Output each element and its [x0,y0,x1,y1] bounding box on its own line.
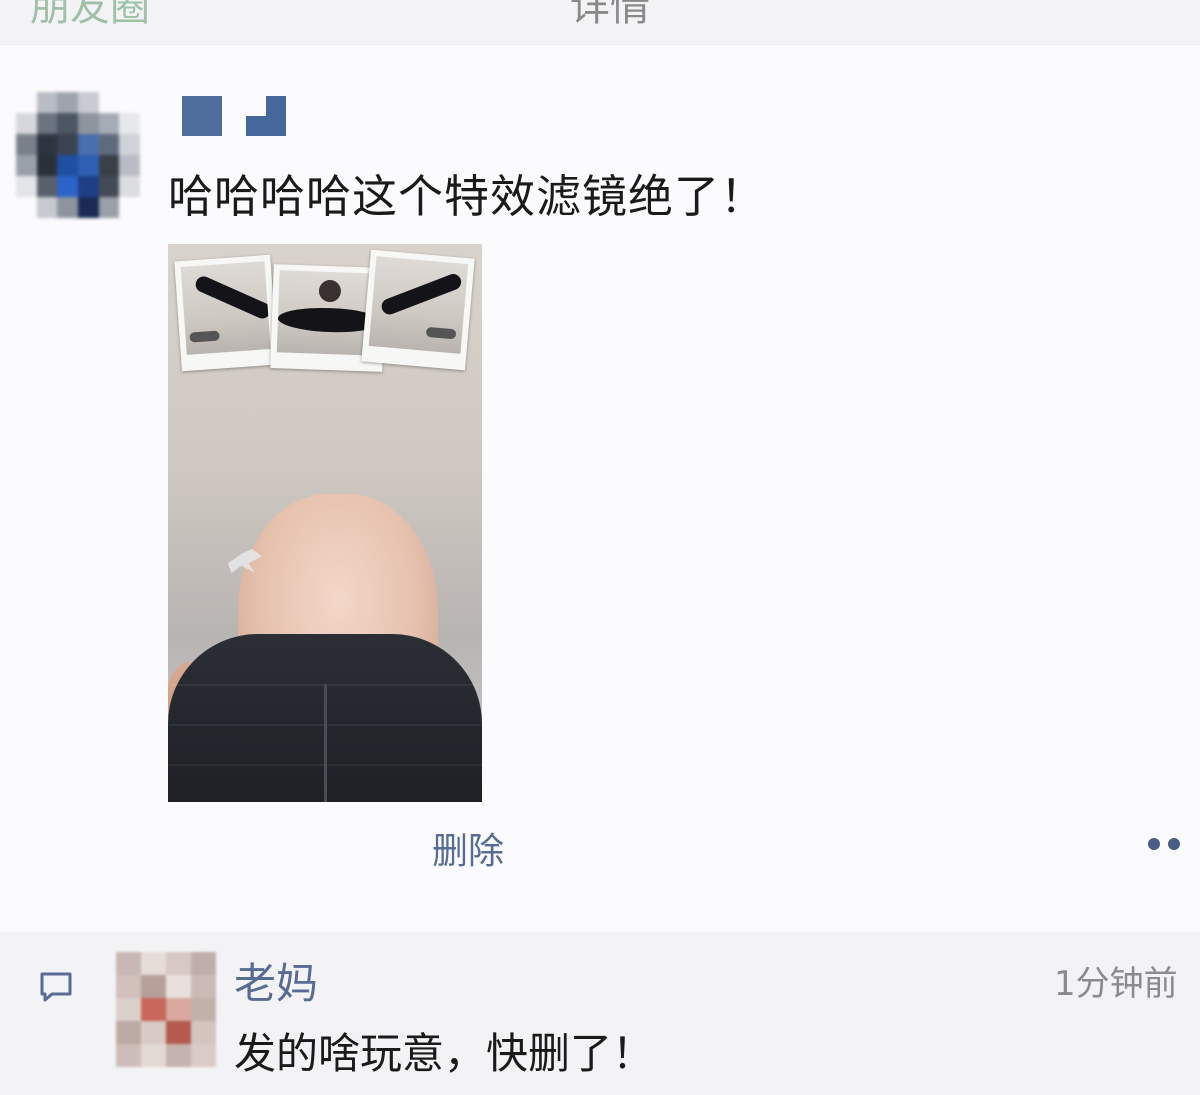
polaroid-overlay-right [361,249,475,371]
comment-bubble-icon [36,966,76,1006]
avatar-pixel [57,134,78,155]
more-dot [1148,838,1160,850]
avatar-pixel [36,134,58,155]
avatar-pixel [166,1044,191,1067]
avatar-pixel [16,176,37,197]
commenter-avatar[interactable] [116,952,216,1067]
avatar-pixel [16,134,37,155]
more-dots-icon[interactable] [1140,832,1190,858]
delete-button[interactable]: 删除 [432,822,504,874]
avatar-pixel [119,134,140,155]
page-title: 详情 [570,0,650,30]
avatar-pixel [141,998,166,1021]
avatar-pixel [57,155,78,176]
commenter-name[interactable]: 老妈 [234,950,318,1011]
avatar-pixel [77,92,99,113]
avatar-pixel [191,1021,216,1044]
avatar-pixel [141,952,166,975]
author-nickname[interactable] [182,96,288,136]
avatar-pixel [166,952,191,975]
post-text: 哈哈哈哈这个特效滤镜绝了！ [168,170,767,223]
avatar-pixel [119,197,140,218]
top-navigation-bar: 朋友圈 详情 [0,0,1200,45]
avatar-pixel [98,92,120,113]
avatar-pixel [191,975,216,998]
avatar-pixel [36,155,58,176]
avatar-pixel [141,975,166,998]
avatar-pixel [16,155,37,176]
avatar-pixel [119,176,140,197]
avatar-pixel [98,176,120,197]
author-avatar[interactable] [16,92,140,218]
avatar-pixel [98,134,120,155]
avatar-pixel [57,176,78,197]
avatar-pixel [116,952,141,975]
avatar-pixel [116,1021,141,1044]
back-button[interactable]: 朋友圈 [30,0,150,32]
avatar-pixel [16,92,37,113]
avatar-pixel [57,197,78,218]
avatar-pixel [166,998,191,1021]
avatar-pixel [141,1021,166,1044]
avatar-pixel [191,998,216,1021]
avatar-pixel [77,176,99,197]
avatar-pixel [116,975,141,998]
avatar-pixel [57,92,78,113]
nickname-pixel-gap [246,96,266,116]
comment-timestamp: 1分钟前 [1054,964,1178,1004]
avatar-pixel [57,113,78,134]
avatar-pixel [77,113,99,134]
avatar-pixel [141,1044,166,1067]
avatar-pixel [77,197,99,218]
avatar-pixel [119,92,140,113]
avatar-pixel [98,113,120,134]
polaroid-overlay-left [174,254,278,372]
avatar-pixel [191,952,216,975]
avatar-pixel [36,176,58,197]
more-dot [1168,838,1180,850]
avatar-pixel [166,975,191,998]
avatar-pixel [16,197,37,218]
avatar-pixel [166,1021,191,1044]
avatar-pixel [119,155,140,176]
avatar-pixel [36,92,58,113]
post-photo[interactable] [168,244,482,802]
avatar-pixel [116,1044,141,1067]
avatar-pixel [98,197,120,218]
avatar-pixel [16,113,37,134]
moments-detail-page: 朋友圈 详情 哈哈哈哈这个特效滤镜绝了！ 删除 老妈 1分钟前 发的啥玩意，快删… [0,0,1200,1095]
avatar-pixel [36,197,58,218]
avatar-pixel [119,113,140,134]
avatar-pixel [77,155,99,176]
comment-text[interactable]: 发的啥玩意，快删了！ [234,1020,654,1081]
avatar-pixel [98,155,120,176]
nickname-pixel-block [182,96,222,136]
avatar-pixel [116,998,141,1021]
avatar-pixel [77,134,99,155]
avatar-pixel [36,113,58,134]
avatar-pixel [191,1044,216,1067]
photo-zipper [324,684,327,802]
